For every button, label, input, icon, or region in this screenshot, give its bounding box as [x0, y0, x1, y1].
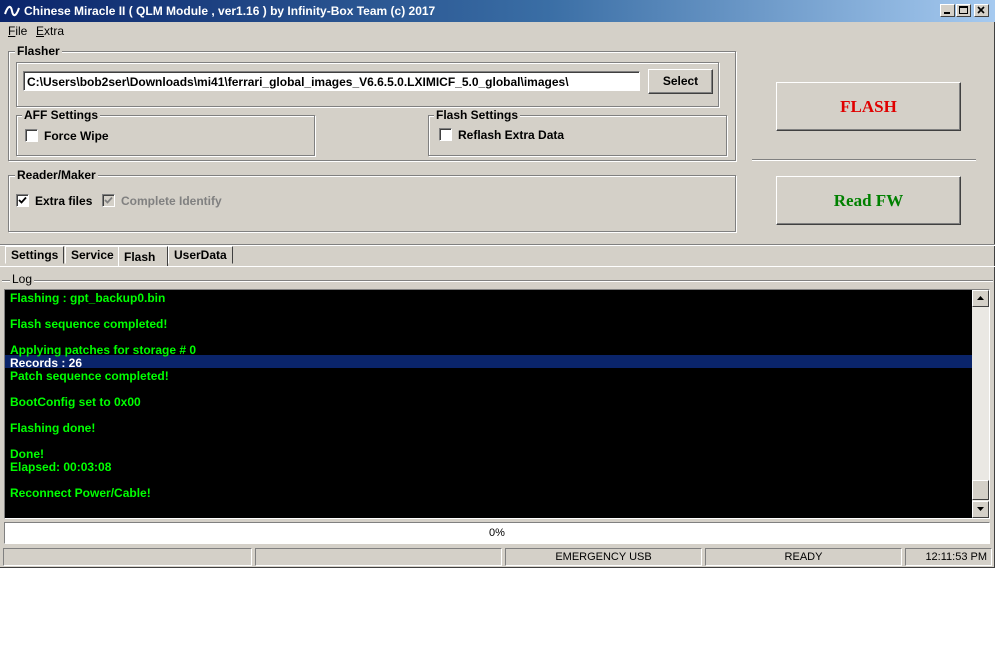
checkmark-icon	[104, 196, 113, 204]
log-scrollbar[interactable]	[972, 290, 989, 518]
scroll-down-button[interactable]	[972, 501, 989, 518]
progress-bar: 0%	[4, 522, 990, 544]
force-wipe-label: Force Wipe	[44, 129, 109, 143]
force-wipe-checkbox[interactable]: Force Wipe	[25, 129, 109, 143]
minimize-button[interactable]	[940, 4, 955, 17]
flash-button[interactable]: FLASH	[776, 82, 961, 131]
flasher-group-label: Flasher	[15, 44, 62, 58]
flash-settings-label: Flash Settings	[434, 108, 521, 122]
log-line: Done!	[10, 447, 44, 461]
reflash-extra-checkbox[interactable]: Reflash Extra Data	[439, 128, 564, 142]
maximize-button[interactable]	[956, 4, 971, 17]
force-wipe-box[interactable]	[25, 129, 38, 142]
log-label: Log	[10, 272, 35, 286]
arrow-down-icon	[977, 507, 984, 511]
extra-files-checkbox[interactable]: Extra files	[16, 194, 92, 208]
select-button[interactable]: Select	[648, 69, 713, 94]
log-line: BootConfig set to 0x00	[10, 395, 141, 409]
reader-maker-label: Reader/Maker	[15, 168, 98, 182]
menu-extra[interactable]: Extra	[36, 24, 64, 38]
log-line: Applying patches for storage # 0	[10, 343, 197, 357]
aff-settings-label: AFF Settings	[22, 108, 100, 122]
tab-settings[interactable]: Settings	[5, 246, 65, 264]
complete-identify-checkbox[interactable]: Complete Identify	[102, 194, 222, 208]
extra-files-box[interactable]	[16, 194, 29, 207]
main-window: Chinese Miracle II ( QLM Module , ver1.1…	[0, 0, 995, 568]
log-line: Records : 26	[10, 356, 83, 370]
minimize-icon	[944, 12, 950, 14]
maximize-icon	[959, 6, 968, 14]
firmware-path-input[interactable]: C:\Users\bob2ser\Downloads\mi41\ferrari_…	[23, 71, 640, 91]
separator	[752, 159, 976, 161]
status-connection: EMERGENCY USB	[505, 548, 702, 566]
log-line: Flashing done!	[10, 421, 96, 435]
progress-text: 0%	[489, 527, 505, 539]
tab-flash[interactable]: Flash	[118, 246, 168, 267]
complete-identify-box[interactable]	[102, 194, 115, 207]
read-fw-button[interactable]: Read FW	[776, 176, 961, 225]
tab-service[interactable]: Service	[65, 246, 120, 264]
complete-identify-label: Complete Identify	[121, 194, 222, 208]
window-title: Chinese Miracle II ( QLM Module , ver1.1…	[24, 4, 436, 18]
tab-baseline	[0, 266, 995, 267]
close-icon	[977, 6, 985, 14]
status-panel-1	[3, 548, 252, 566]
close-button[interactable]	[974, 4, 989, 17]
tab-userdata[interactable]: UserData	[168, 246, 233, 264]
reflash-extra-box[interactable]	[439, 128, 452, 141]
reflash-extra-label: Reflash Extra Data	[458, 128, 565, 142]
log-output[interactable]: Flashing : gpt_backup0.bin Flash sequence…	[4, 289, 990, 519]
status-state: READY	[705, 548, 902, 566]
menu-bar: File Extra	[0, 22, 995, 40]
menu-extra-accel: E	[36, 24, 45, 38]
log-line: Reconnect Power/Cable!	[10, 486, 151, 500]
log-line: Flashing : gpt_backup0.bin	[10, 291, 166, 305]
log-line: Patch sequence completed!	[10, 369, 169, 383]
log-line: Elapsed: 00:03:08	[10, 460, 112, 474]
status-time: 12:11:53 PM	[905, 548, 992, 566]
log-line: Flash sequence completed!	[10, 317, 168, 331]
scroll-thumb[interactable]	[972, 480, 989, 500]
menu-extra-label: xtra	[44, 24, 65, 38]
log-group-border	[2, 280, 993, 282]
arrow-up-icon	[977, 296, 984, 300]
status-panel-2	[255, 548, 502, 566]
checkmark-icon	[18, 196, 27, 204]
app-logo-icon	[4, 5, 20, 17]
scroll-up-button[interactable]	[972, 290, 989, 307]
menu-file-label: ile	[15, 24, 28, 38]
menu-file[interactable]: File	[8, 24, 27, 38]
extra-files-label: Extra files	[35, 194, 93, 208]
title-bar[interactable]: Chinese Miracle II ( QLM Module , ver1.1…	[0, 0, 995, 22]
